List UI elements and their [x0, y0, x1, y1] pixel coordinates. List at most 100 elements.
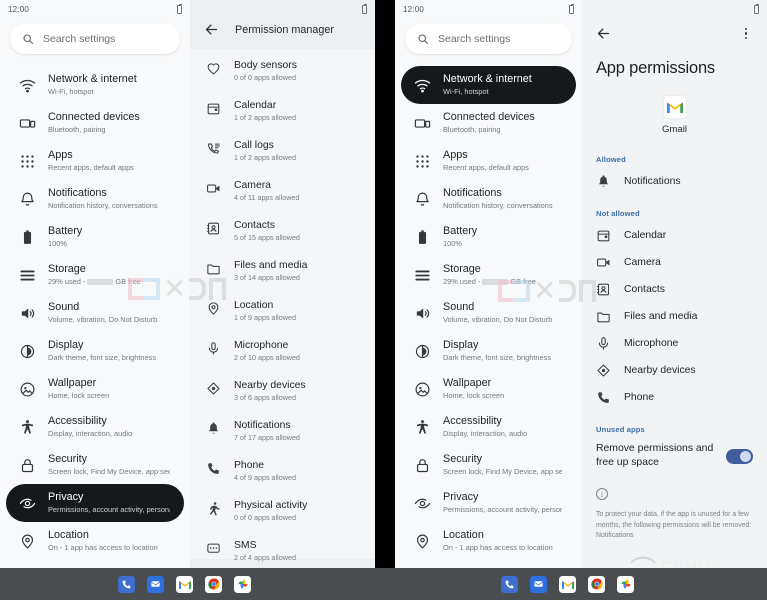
camera-icon — [596, 255, 611, 270]
kebab-menu-icon[interactable] — [739, 27, 753, 41]
settings-item-security[interactable]: Security Screen lock, Find My Device, app… — [401, 446, 576, 484]
permission-item-location[interactable]: Location 1 of 9 apps allowed — [190, 291, 375, 331]
settings-item-wallpaper[interactable]: Wallpaper Home, lock screen — [401, 370, 576, 408]
permission-item-nearby-devices[interactable]: Nearby devices 3 of 6 apps allowed — [190, 371, 375, 411]
settings-item-subtitle: Display, interaction, audio — [48, 429, 133, 438]
chrome-app-icon[interactable] — [588, 575, 605, 593]
settings-item-sound[interactable]: Sound Volume, vibration, Do Not Disturb — [401, 294, 576, 332]
settings-item-subtitle: Recent apps, default apps — [443, 163, 529, 172]
permission-item-title: Calendar — [234, 100, 277, 111]
accessibility-icon — [19, 419, 36, 436]
settings-item-text: Apps Recent apps, default apps — [443, 149, 529, 173]
device-panel-settings-home: 12:00 Search settings Network & internet… — [0, 0, 190, 600]
settings-item-title: Privacy — [443, 491, 479, 503]
settings-item-display[interactable]: Display Dark theme, font size, brightness — [401, 332, 576, 370]
gmail-app-icon[interactable] — [176, 575, 193, 593]
app-permission-nearby-devices[interactable]: Nearby devices — [582, 357, 767, 384]
settings-item-connected-devices[interactable]: Connected devices Bluetooth, pairing — [6, 104, 184, 142]
phone-app-icon[interactable] — [501, 575, 518, 593]
unused-apps-toggle[interactable] — [726, 448, 753, 464]
unused-apps-row[interactable]: Remove permissions and free up space — [582, 438, 767, 476]
settings-item-network-internet[interactable]: Network & internet Wi-Fi, hotspot — [401, 66, 576, 104]
permission-item-body-sensors[interactable]: Body sensors 0 of 0 apps allowed — [190, 51, 375, 91]
settings-item-privacy[interactable]: Privacy Permissions, account activity, pe… — [6, 484, 184, 522]
search-bar-2[interactable]: Search settings — [405, 24, 572, 54]
photos-app-icon[interactable] — [234, 575, 251, 593]
app-permission-contacts[interactable]: Contacts — [582, 276, 767, 303]
settings-item-security[interactable]: Security Screen lock, Find My Device, app… — [6, 446, 184, 484]
settings-item-title: Sound — [48, 301, 80, 313]
permission-item-title: Body sensors — [234, 60, 297, 71]
settings-item-display[interactable]: Display Dark theme, font size, brightness — [6, 332, 184, 370]
chrome-app-icon[interactable] — [205, 575, 222, 593]
settings-item-storage[interactable]: Storage 29% used - GB free — [6, 256, 184, 294]
permission-item-physical-activity[interactable]: Physical activity 0 of 0 apps allowed — [190, 491, 375, 531]
unused-apps-section-header: Unused apps — [596, 425, 645, 434]
permission-item-notifications[interactable]: Notifications 7 of 17 apps allowed — [190, 411, 375, 451]
permission-item-subtitle: 0 of 0 apps allowed — [234, 73, 296, 82]
permission-item-contacts[interactable]: Contacts 5 of 15 apps allowed — [190, 211, 375, 251]
settings-item-subtitle: Recent apps, default apps — [48, 163, 134, 172]
permission-item-title: Physical activity — [234, 500, 308, 511]
permission-item-title: SMS — [234, 540, 257, 551]
app-permission-calendar[interactable]: Calendar — [582, 222, 767, 249]
page-title: Permission manager — [235, 23, 335, 36]
settings-item-subtitle: Volume, vibration, Do Not Disturb — [443, 315, 553, 324]
settings-item-apps[interactable]: Apps Recent apps, default apps — [401, 142, 576, 180]
settings-item-location[interactable]: Location On - 1 app has access to locatio… — [6, 522, 184, 560]
permission-item-title: Notifications — [234, 420, 291, 431]
settings-item-notifications[interactable]: Notifications Notification history, conve… — [6, 180, 184, 218]
permission-item-sms[interactable]: SMS 2 of 4 apps allowed — [190, 531, 375, 571]
settings-item-wallpaper[interactable]: Wallpaper Home, lock screen — [6, 370, 184, 408]
app-permission-camera[interactable]: Camera — [582, 249, 767, 276]
settings-item-sound[interactable]: Sound Volume, vibration, Do Not Disturb — [6, 294, 184, 332]
settings-item-text: Notifications Notification history, conve… — [48, 187, 158, 211]
permission-item-call-logs[interactable]: Call logs 1 of 2 apps allowed — [190, 131, 375, 171]
status-icons-3 — [569, 3, 574, 14]
app-permission-microphone[interactable]: Microphone — [582, 330, 767, 357]
settings-item-battery[interactable]: Battery 100% — [401, 218, 576, 256]
phone-app-icon[interactable] — [118, 575, 135, 593]
search-input[interactable]: Search settings — [438, 33, 510, 45]
permission-item-subtitle: 5 of 15 apps allowed — [234, 233, 300, 242]
back-arrow-icon[interactable] — [204, 22, 219, 37]
settings-item-text: Privacy Permissions, account activity, pe… — [48, 491, 170, 515]
redaction-bar — [87, 279, 114, 286]
messages-app-icon[interactable] — [530, 575, 547, 593]
sms-icon — [206, 541, 221, 556]
battery-icon — [569, 3, 574, 14]
permission-item-title: Microphone — [234, 340, 289, 351]
settings-item-accessibility[interactable]: Accessibility Display, interaction, audio — [401, 408, 576, 446]
permission-item-subtitle: 2 of 10 apps allowed — [234, 353, 300, 362]
permission-item-files-and-media[interactable]: Files and media 3 of 14 apps allowed — [190, 251, 375, 291]
permission-item-calendar[interactable]: Calendar 1 of 2 apps allowed — [190, 91, 375, 131]
settings-item-notifications[interactable]: Notifications Notification history, conve… — [401, 180, 576, 218]
search-input[interactable]: Search settings — [43, 33, 115, 45]
allowed-section-header: Allowed — [596, 155, 626, 164]
settings-item-battery[interactable]: Battery 100% — [6, 218, 184, 256]
permission-item-phone[interactable]: Phone 4 of 9 apps allowed — [190, 451, 375, 491]
lock-icon — [414, 457, 431, 474]
back-arrow-icon[interactable] — [596, 26, 611, 41]
settings-item-text: Location On - 1 app has access to locatio… — [443, 529, 553, 553]
gmail-app-icon[interactable] — [559, 575, 576, 593]
photos-app-icon[interactable] — [617, 575, 634, 593]
settings-item-apps[interactable]: Apps Recent apps, default apps — [6, 142, 184, 180]
settings-item-connected-devices[interactable]: Connected devices Bluetooth, pairing — [401, 104, 576, 142]
permission-item-text: Nearby devices 3 of 6 apps allowed — [234, 379, 306, 403]
settings-item-location[interactable]: Location On - 1 app has access to locatio… — [401, 522, 576, 560]
permission-item-microphone[interactable]: Microphone 2 of 10 apps allowed — [190, 331, 375, 371]
settings-item-accessibility[interactable]: Accessibility Display, interaction, audio — [6, 408, 184, 446]
settings-item-privacy[interactable]: Privacy Permissions, account activity, pe… — [401, 484, 576, 522]
messages-app-icon[interactable] — [147, 575, 164, 593]
run-icon — [206, 501, 221, 516]
app-permission-phone[interactable]: Phone — [582, 384, 767, 411]
phone-icon — [596, 390, 611, 405]
settings-item-storage[interactable]: Storage 29% used - GB free — [401, 256, 576, 294]
permission-item-camera[interactable]: Camera 4 of 11 apps allowed — [190, 171, 375, 211]
search-bar[interactable]: Search settings — [10, 24, 180, 54]
app-permission-files-and-media[interactable]: Files and media — [582, 303, 767, 330]
app-permission-notifications[interactable]: Notifications — [582, 168, 767, 195]
battery-icon — [19, 229, 36, 246]
settings-item-network-internet[interactable]: Network & internet Wi-Fi, hotspot — [6, 66, 184, 104]
